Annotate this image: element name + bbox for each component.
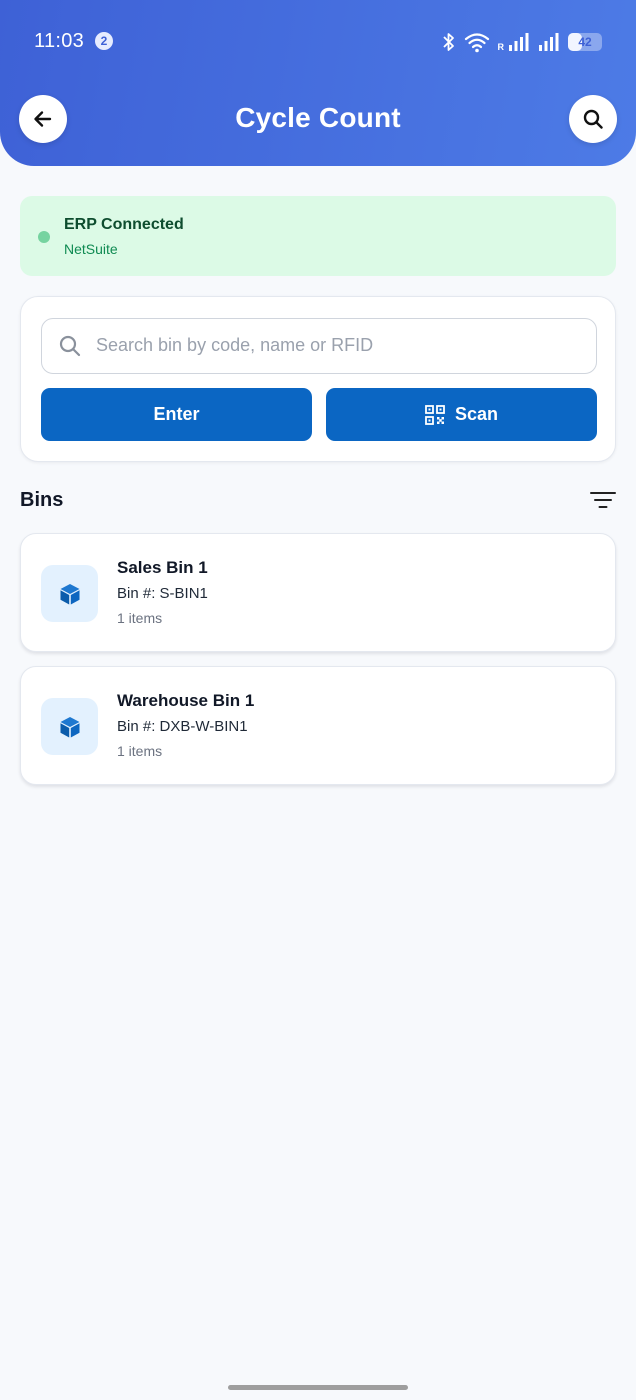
search-field-icon <box>59 335 81 357</box>
cube-icon <box>60 716 79 737</box>
enter-button[interactable]: Enter <box>41 388 312 441</box>
qr-code-icon <box>425 404 445 425</box>
bin-name: Warehouse Bin 1 <box>117 691 255 710</box>
status-icons: R 42 <box>442 28 602 56</box>
notification-badge: 2 <box>95 32 113 50</box>
scan-button-label: Scan <box>454 404 499 424</box>
search-input[interactable] <box>96 319 586 372</box>
bin-code: Bin #: S-BIN1 <box>117 585 208 602</box>
bin-item-count: 1 items <box>117 743 163 759</box>
search-field[interactable] <box>41 318 597 374</box>
bin-code: Bin #: DXB-W-BIN1 <box>117 718 248 735</box>
erp-status-card: ERP Connected NetSuite <box>20 196 616 276</box>
battery-icon: 42 <box>568 33 602 51</box>
bluetooth-icon <box>442 33 454 51</box>
filter-icon <box>590 492 616 508</box>
bin-item-count: 1 items <box>117 610 163 626</box>
bin-card[interactable]: Sales Bin 1 Bin #: S-BIN1 1 items <box>20 533 616 652</box>
erp-system-name: NetSuite <box>64 241 118 257</box>
page-title: Cycle Count <box>235 102 401 133</box>
erp-status-title: ERP Connected <box>64 216 184 233</box>
battery-level: 42 <box>578 35 592 49</box>
status-time: 11:03 <box>34 30 85 52</box>
roaming-label: R <box>497 42 505 52</box>
search-card: Enter Scan <box>20 296 616 462</box>
cube-icon <box>60 583 79 604</box>
bin-name: Sales Bin 1 <box>117 558 208 577</box>
search-icon <box>583 109 603 129</box>
bin-icon-box <box>41 565 98 622</box>
bin-icon-box <box>41 698 98 755</box>
status-dot <box>38 231 50 243</box>
app-header: 11:03 2 R 42 Cycle Count <box>0 0 636 166</box>
home-indicator[interactable] <box>228 1385 408 1390</box>
scan-button[interactable]: Scan <box>326 388 597 441</box>
bin-card[interactable]: Warehouse Bin 1 Bin #: DXB-W-BIN1 1 item… <box>20 666 616 785</box>
search-button[interactable] <box>569 95 617 143</box>
signal-icon-1 <box>509 33 529 51</box>
filter-button[interactable] <box>588 488 618 512</box>
signal-icon-2 <box>539 33 559 51</box>
wifi-icon <box>464 33 489 53</box>
bins-heading: Bins <box>20 489 64 511</box>
enter-button-label: Enter <box>153 404 200 424</box>
status-bar: 11:03 2 R 42 <box>0 0 636 84</box>
